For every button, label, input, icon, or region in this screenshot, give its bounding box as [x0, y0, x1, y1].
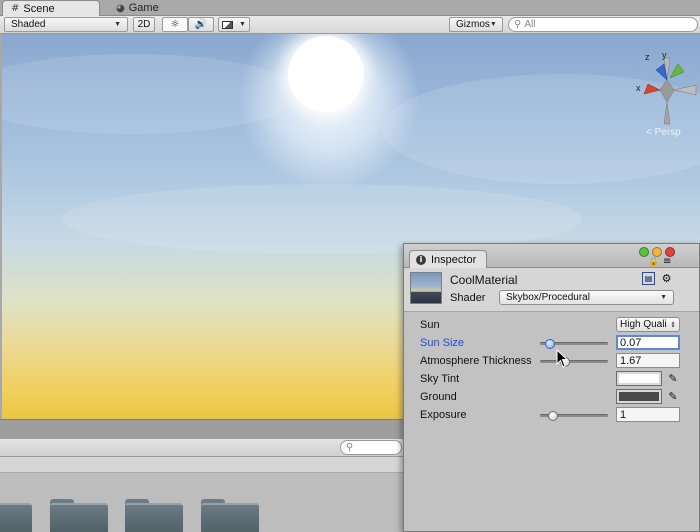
pacman-icon: ◕ [116, 2, 125, 14]
sun-quality-dropdown[interactable]: High Quali ⇕ [616, 317, 680, 332]
perspective-icon: < [646, 127, 652, 138]
material-name: CoolMaterial [450, 273, 518, 287]
prop-sky-tint: Sky Tint ✎ [420, 371, 692, 387]
gizmo-x-label: x [636, 83, 641, 93]
sky-tint-swatch [619, 374, 659, 383]
prop-sun-label: Sun [420, 319, 440, 331]
gizmo-y-label: y [662, 50, 667, 60]
material-properties: Sun High Quali ⇕ Sun Size 0.07 Atmospher… [404, 313, 699, 531]
shader-label: Shader [450, 292, 486, 304]
grid-icon: # [11, 3, 20, 14]
dropdown-caret-icon: ▼ [239, 21, 246, 28]
gizmos-label: Gizmos [456, 19, 490, 30]
inspector-tab-label: Inspector [431, 253, 477, 266]
prop-ground-label: Ground [420, 391, 457, 403]
folder-item[interactable] [50, 499, 108, 532]
project-search-input[interactable]: ⚲ [340, 440, 402, 455]
tab-game[interactable]: ◕ Game [108, 0, 188, 16]
folder-item[interactable] [0, 499, 32, 532]
help-book-icon[interactable]: ▤ [642, 272, 655, 285]
orientation-gizmo[interactable] [634, 50, 700, 130]
dropdown-caret-icon: ▼ [489, 21, 497, 28]
gear-icon[interactable]: ⚙ [660, 272, 673, 285]
dropdown-caret-icon: ▼ [114, 21, 121, 28]
render-mode-dropdown[interactable]: Shaded ▼ [4, 17, 128, 32]
prop-atmosphere-label: Atmosphere Thickness [420, 355, 532, 367]
ground-color-field[interactable] [616, 389, 662, 404]
audio-toggle-button[interactable]: 🔊 [188, 17, 214, 32]
gizmo-z-label: z [645, 52, 650, 62]
projection-toggle[interactable]: < Persp [646, 127, 681, 138]
scene-search-placeholder: All [524, 19, 536, 30]
info-icon: i [416, 254, 426, 265]
inspector-titlebar[interactable]: i Inspector 🔒 ≡ [404, 244, 699, 268]
sun-disc [288, 36, 364, 112]
2d-toggle-button[interactable]: 2D [133, 17, 155, 32]
panel-menu-icon[interactable]: ≡ [663, 256, 671, 267]
sun-size-slider[interactable] [540, 339, 608, 349]
lock-icon[interactable]: 🔒 [648, 257, 659, 267]
folder-item[interactable] [201, 499, 259, 532]
shader-value: Skybox/Procedural [506, 292, 590, 303]
gizmos-dropdown[interactable]: Gizmos ▼ [449, 17, 503, 32]
zoom-button[interactable] [639, 247, 649, 257]
tab-scene[interactable]: # Scene [2, 0, 100, 16]
effects-dropdown[interactable]: ▼ [218, 17, 250, 32]
prop-exposure: Exposure 1 [420, 407, 692, 423]
scene-toolbar: Shaded ▼ 2D ☼ 🔊 ▼ Gizmos ▼ ⚲ All [0, 16, 700, 34]
prop-sun: Sun High Quali ⇕ [420, 317, 692, 333]
projection-label: Persp [654, 127, 681, 138]
inspector-window: i Inspector 🔒 ≡ CoolMaterial Shader Skyb… [403, 243, 700, 532]
dropdown-caret-icon: ▼ [660, 294, 667, 301]
tab-inspector[interactable]: i Inspector [409, 250, 488, 268]
exposure-slider-thumb[interactable] [548, 411, 559, 421]
sun-quality-value: High Quali [620, 319, 667, 330]
sun-size-field[interactable]: 0.07 [616, 335, 680, 350]
prop-exposure-label: Exposure [420, 409, 467, 421]
scene-search-input[interactable]: ⚲ All [508, 17, 698, 32]
material-preview-thumbnail [410, 272, 442, 304]
folder-item[interactable] [125, 499, 183, 532]
material-header: CoolMaterial Shader Skybox/Procedural ▼ … [404, 268, 699, 312]
shader-dropdown[interactable]: Skybox/Procedural ▼ [499, 290, 674, 305]
tab-scene-label: Scene [23, 2, 55, 15]
eyedropper-icon[interactable]: ✎ [666, 389, 680, 404]
image-icon [222, 20, 234, 29]
exposure-slider[interactable] [540, 411, 608, 421]
atmosphere-field[interactable]: 1.67 [616, 353, 680, 368]
editor-tab-strip: # Scene ◕ Game [0, 0, 700, 16]
prop-ground: Ground ✎ [420, 389, 692, 405]
sun-size-slider-thumb[interactable] [544, 339, 555, 349]
tab-game-label: Game [128, 2, 159, 14]
render-mode-value: Shaded [11, 19, 46, 30]
exposure-field[interactable]: 1 [616, 407, 680, 422]
updown-caret-icon: ⇕ [670, 321, 676, 329]
ground-swatch [619, 392, 659, 401]
speaker-icon: 🔊 [194, 19, 208, 30]
prop-sun-size-label: Sun Size [420, 337, 465, 349]
prop-sky-tint-label: Sky Tint [420, 373, 460, 385]
minimize-button[interactable] [652, 247, 662, 257]
atmosphere-slider[interactable] [540, 357, 608, 367]
search-icon: ⚲ [346, 442, 354, 453]
sun-icon: ☼ [170, 19, 180, 30]
lighting-toggle-button[interactable]: ☼ [162, 17, 188, 32]
sky-tint-color-field[interactable] [616, 371, 662, 386]
mouse-cursor-icon [556, 349, 568, 368]
search-icon: ⚲ [514, 19, 522, 30]
eyedropper-icon[interactable]: ✎ [666, 371, 680, 386]
2d-toggle-label: 2D [137, 19, 151, 30]
